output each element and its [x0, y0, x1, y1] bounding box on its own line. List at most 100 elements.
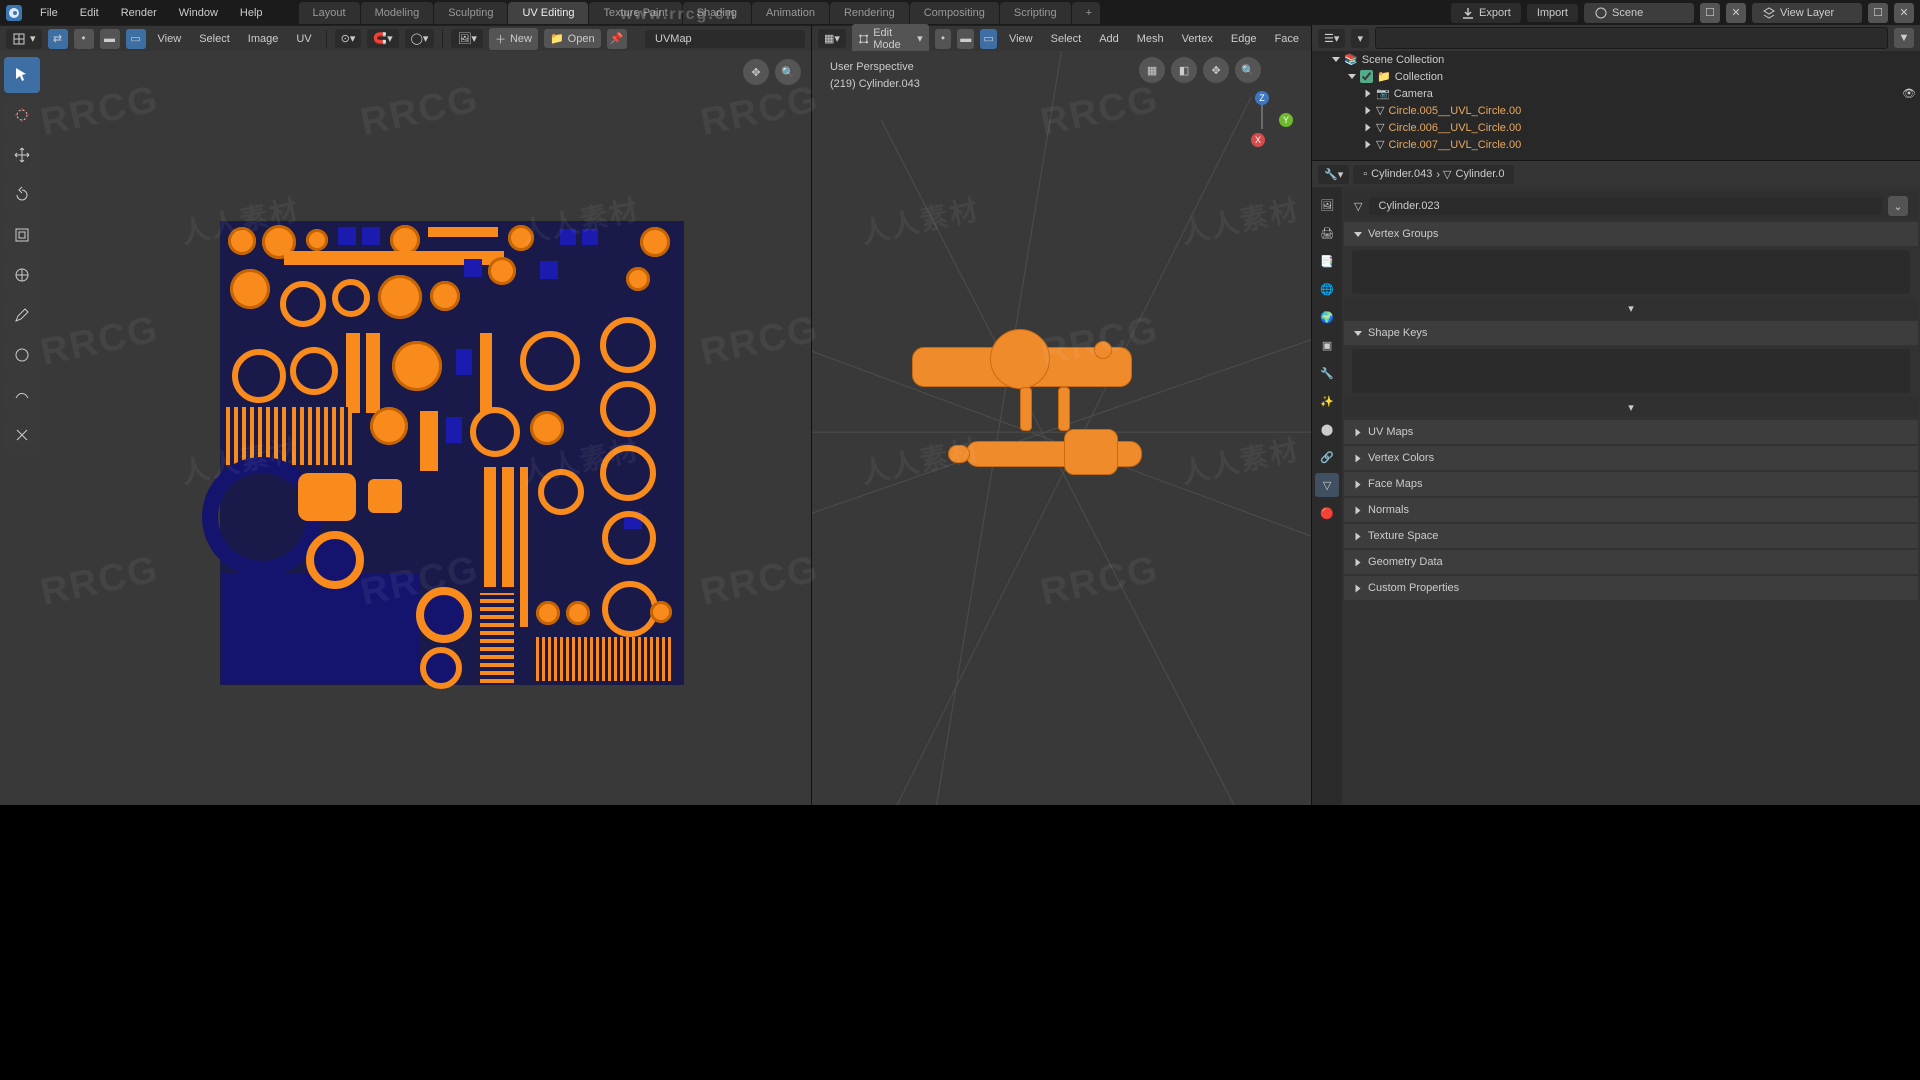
vp-sel-vert-icon[interactable]: ⬩ — [935, 29, 952, 49]
viewlayer-selector[interactable]: View Layer — [1752, 3, 1862, 23]
outliner-item-camera[interactable]: 📷 Camera👁 — [1312, 85, 1920, 102]
uv-sync-select-icon[interactable]: ⇄ — [48, 29, 68, 49]
scene-new-icon[interactable]: ☐ — [1700, 3, 1720, 23]
vp-menu-select[interactable]: Select — [1045, 30, 1088, 48]
ptab-scene-icon[interactable]: 🌐 — [1315, 277, 1339, 301]
vp-menu-view[interactable]: View — [1003, 30, 1039, 48]
uv-propedit-icon[interactable]: ◯▾ — [405, 29, 435, 48]
nav-gizmo[interactable]: ZYX — [1233, 93, 1293, 153]
ptab-object-icon[interactable]: ▣ — [1315, 333, 1339, 357]
panel-texture-space[interactable]: Texture Space — [1344, 524, 1918, 548]
uv-image-picker-icon[interactable]: 🖼▾ — [451, 29, 483, 48]
uv-menu-select[interactable]: Select — [193, 30, 236, 48]
panel-face-maps[interactable]: Face Maps — [1344, 472, 1918, 496]
sk-list[interactable] — [1352, 349, 1910, 393]
vp-menu-add[interactable]: Add — [1093, 30, 1125, 48]
ptab-render-icon[interactable]: 🖼 — [1315, 193, 1339, 217]
tab-shading[interactable]: Shading — [683, 2, 751, 24]
uv-editor-type-icon[interactable]: ▾ — [6, 29, 42, 49]
vp-persp-icon[interactable]: ◧ — [1171, 57, 1197, 83]
tool-relax[interactable] — [4, 377, 40, 413]
tab-rendering[interactable]: Rendering — [830, 2, 909, 24]
tool-cursor[interactable] — [4, 97, 40, 133]
menu-help[interactable]: Help — [230, 3, 273, 23]
tool-annotate[interactable] — [4, 297, 40, 333]
tool-grab[interactable] — [4, 337, 40, 373]
uv-open-button[interactable]: 📁Open — [544, 29, 601, 48]
outliner-search[interactable] — [1375, 27, 1888, 49]
viewlayer-del-icon[interactable]: ✕ — [1894, 3, 1914, 23]
vp-pan-icon[interactable]: ✥ — [1203, 57, 1229, 83]
ptab-constraint-icon[interactable]: 🔗 — [1315, 445, 1339, 469]
vp-sel-edge-icon[interactable]: ▬ — [957, 29, 974, 49]
tab-add[interactable]: + — [1072, 2, 1100, 24]
tab-texture-paint[interactable]: Texture Paint — [589, 2, 681, 24]
tool-move[interactable] — [4, 137, 40, 173]
vp-menu-mesh[interactable]: Mesh — [1131, 30, 1170, 48]
outliner-root[interactable]: 📚 Scene Collection — [1312, 51, 1920, 68]
uv-pin-icon[interactable]: 📌 — [607, 29, 627, 49]
props-type-icon[interactable]: 🔧▾ — [1318, 165, 1349, 184]
sk-dropdown[interactable]: ▾ — [1344, 397, 1918, 418]
ptab-output-icon[interactable]: 🖨 — [1315, 221, 1339, 245]
ptab-material-icon[interactable]: 🔴 — [1315, 501, 1339, 525]
panel-geometry-data[interactable]: Geometry Data — [1344, 550, 1918, 574]
menu-edit[interactable]: Edit — [70, 3, 109, 23]
tab-sculpting[interactable]: Sculpting — [434, 2, 507, 24]
panel-normals[interactable]: Normals — [1344, 498, 1918, 522]
uv-menu-image[interactable]: Image — [242, 30, 285, 48]
mode-selector[interactable]: Edit Mode ▾ — [852, 24, 929, 54]
tab-compositing[interactable]: Compositing — [910, 2, 999, 24]
vp-cam-icon[interactable]: ▦ — [1139, 57, 1165, 83]
tool-select-box[interactable] — [4, 57, 40, 93]
tab-uv-editing[interactable]: UV Editing — [508, 2, 588, 24]
scene-del-icon[interactable]: ✕ — [1726, 3, 1746, 23]
panel-vertex-colors[interactable]: Vertex Colors — [1344, 446, 1918, 470]
ptab-modifier-icon[interactable]: 🔧 — [1315, 361, 1339, 385]
panel-vertex-groups[interactable]: Vertex Groups — [1344, 222, 1918, 246]
uv-menu-view[interactable]: View — [152, 30, 188, 48]
uv-new-button[interactable]: ＋New — [489, 28, 538, 50]
uv-menu-uv[interactable]: UV — [290, 30, 317, 48]
scene-selector[interactable]: Scene — [1584, 3, 1694, 23]
ptab-particles-icon[interactable]: ✨ — [1315, 389, 1339, 413]
tool-transform[interactable] — [4, 257, 40, 293]
uv-sel-face-icon[interactable]: ▭ — [126, 29, 146, 49]
vp-sel-face-icon[interactable]: ▭ — [980, 29, 997, 49]
panel-uv-maps[interactable]: UV Maps — [1344, 420, 1918, 444]
outliner-displaymode-icon[interactable]: ▾ — [1351, 29, 1369, 48]
uv-pan-icon[interactable]: ✥ — [743, 59, 769, 85]
outliner-type-icon[interactable]: ☰▾ — [1318, 29, 1345, 48]
panel-custom-props[interactable]: Custom Properties — [1344, 576, 1918, 600]
uv-sel-vert-icon[interactable]: ⬩ — [74, 29, 94, 49]
outliner-item-1[interactable]: ▽ Circle.005__UVL_Circle.00 — [1312, 102, 1920, 119]
menu-render[interactable]: Render — [111, 3, 167, 23]
menu-window[interactable]: Window — [169, 3, 228, 23]
vg-dropdown[interactable]: ▾ — [1344, 298, 1918, 319]
ptab-physics-icon[interactable]: ⬤ — [1315, 417, 1339, 441]
uv-zoom-icon[interactable]: 🔍 — [775, 59, 801, 85]
uv-snap-icon[interactable]: 🧲▾ — [367, 29, 398, 48]
outliner-collection[interactable]: 📁 Collection — [1312, 68, 1920, 85]
tool-scale[interactable] — [4, 217, 40, 253]
ptab-data-icon[interactable]: ▽ — [1315, 473, 1339, 497]
outliner-item-2[interactable]: ▽ Circle.006__UVL_Circle.00 — [1312, 119, 1920, 136]
menu-file[interactable]: File — [30, 3, 68, 23]
uvmap-field[interactable]: UVMap — [645, 30, 805, 48]
export-button[interactable]: Export — [1451, 3, 1521, 23]
uv-pivot-icon[interactable]: ⊙▾ — [335, 29, 362, 48]
vp-menu-edge[interactable]: Edge — [1225, 30, 1263, 48]
panel-shape-keys[interactable]: Shape Keys — [1344, 321, 1918, 345]
import-button[interactable]: Import — [1527, 4, 1578, 22]
vp-menu-vertex[interactable]: Vertex — [1176, 30, 1219, 48]
ptab-world-icon[interactable]: 🌍 — [1315, 305, 1339, 329]
mesh-browse-icon[interactable]: ⌄ — [1888, 196, 1908, 216]
data-block-row[interactable]: ▽ Cylinder.023 ⌄ — [1344, 192, 1918, 220]
uv-sel-edge-icon[interactable]: ▬ — [100, 29, 120, 49]
tab-animation[interactable]: Animation — [752, 2, 829, 24]
mesh-name-field[interactable]: Cylinder.023 — [1369, 197, 1882, 215]
outliner-filter-icon[interactable]: ▼ — [1894, 28, 1914, 48]
vp-canvas[interactable]: User Perspective (219) Cylinder.043 ▦ ◧ … — [812, 51, 1311, 1060]
tool-rotate[interactable] — [4, 177, 40, 213]
tab-modeling[interactable]: Modeling — [361, 2, 434, 24]
